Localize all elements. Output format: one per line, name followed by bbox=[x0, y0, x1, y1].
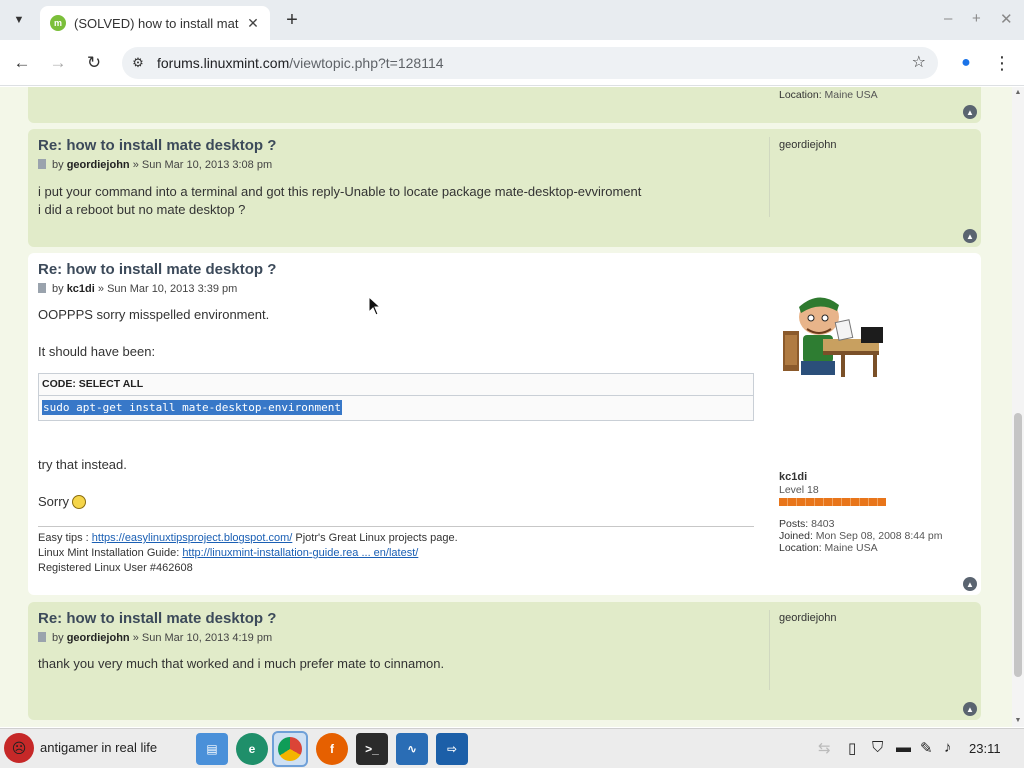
post-meta: by geordiejohn » Sun Mar 10, 2013 4:19 p… bbox=[38, 632, 272, 644]
post-meta: by geordiejohn » Sun Mar 10, 2013 3:08 p… bbox=[38, 159, 272, 171]
post-text-line: thank you very much that worked and i mu… bbox=[38, 656, 445, 671]
post-icon[interactable] bbox=[38, 283, 46, 293]
profile-username[interactable]: geordiejohn bbox=[779, 139, 837, 151]
pen-icon[interactable]: ✎ bbox=[920, 739, 933, 757]
signature-line: Easy tips : https://easylinuxtipsproject… bbox=[38, 532, 458, 544]
firefox-icon[interactable]: f bbox=[316, 733, 348, 765]
terminal-icon[interactable]: >_ bbox=[356, 733, 388, 765]
post-text-line: Sorry bbox=[38, 494, 87, 509]
drive-icon[interactable]: ▬ bbox=[896, 739, 911, 756]
back-icon[interactable]: ← bbox=[10, 51, 34, 75]
url-text[interactable]: forums.linuxmint.com/viewtopic.php?t=128… bbox=[157, 55, 444, 71]
post-text-line: It should have been: bbox=[38, 344, 156, 359]
back-to-top-icon[interactable]: ▲ bbox=[963, 105, 977, 119]
close-window-icon[interactable]: ✕ bbox=[1000, 10, 1013, 28]
tab-strip: ▼ m (SOLVED) how to install mat ✕ + – + … bbox=[0, 0, 1024, 40]
post-kc1di: Re: how to install mate desktop ? by kc1… bbox=[28, 253, 981, 595]
code-box: CODE: SELECT ALL sudo apt-get install ma… bbox=[38, 373, 754, 421]
post-geordiejohn-2: Re: how to install mate desktop ? by geo… bbox=[28, 602, 981, 720]
post-text-line: OOPPPS sorry misspelled environment. bbox=[38, 307, 270, 322]
post-meta: by kc1di » Sun Mar 10, 2013 3:39 pm bbox=[38, 283, 237, 295]
profile-icon[interactable]: ● bbox=[954, 51, 978, 75]
user-avatar[interactable] bbox=[779, 291, 887, 383]
post-text-line: i put your command into a terminal and g… bbox=[38, 184, 642, 199]
profile-divider bbox=[769, 610, 770, 690]
tab-title: (SOLVED) how to install mat bbox=[74, 15, 239, 31]
signature-link[interactable]: http://linuxmint-installation-guide.rea … bbox=[182, 547, 418, 559]
site-settings-icon[interactable]: ⚙ bbox=[128, 53, 148, 73]
shield-icon[interactable]: ⛉ bbox=[872, 739, 883, 756]
post-geordiejohn-1: Re: how to install mate desktop ? by geo… bbox=[28, 129, 981, 247]
profile-posts: Posts: 8403 bbox=[779, 518, 835, 530]
files-icon[interactable]: ▤ bbox=[196, 733, 228, 765]
page-viewport: Location: Maine USA ▲ Re: how to install… bbox=[0, 87, 1012, 727]
author-link[interactable]: geordiejohn bbox=[67, 632, 130, 644]
start-menu-icon[interactable]: ☹ bbox=[4, 733, 34, 763]
post-text-line: i did a reboot but no mate desktop ? bbox=[38, 202, 246, 217]
menu-kebab-icon[interactable]: ⋮ bbox=[992, 51, 1012, 75]
edge-dev-icon[interactable]: e bbox=[236, 733, 268, 765]
profile-joined: Joined: Mon Sep 08, 2008 8:44 pm bbox=[779, 530, 943, 542]
chrome-icon[interactable] bbox=[272, 731, 308, 767]
back-to-top-icon[interactable]: ▲ bbox=[963, 702, 977, 716]
new-tab-icon[interactable]: + bbox=[282, 9, 302, 31]
select-all-link[interactable]: CODE: SELECT ALL bbox=[42, 378, 143, 390]
scroll-thumb[interactable] bbox=[1014, 413, 1022, 677]
browser-toolbar: ← → ↻ ⚙ forums.linuxmint.com/viewtopic.p… bbox=[0, 40, 1024, 86]
profile-username[interactable]: geordiejohn bbox=[779, 612, 837, 624]
profile-username[interactable]: kc1di bbox=[779, 471, 807, 483]
author-link[interactable]: geordiejohn bbox=[67, 159, 130, 171]
tab-close-icon[interactable]: ✕ bbox=[244, 14, 262, 32]
post-title[interactable]: Re: how to install mate desktop ? bbox=[38, 261, 276, 278]
minimize-icon[interactable]: – bbox=[944, 10, 952, 27]
previous-post-fragment: Location: Maine USA ▲ bbox=[28, 87, 981, 123]
post-title[interactable]: Re: how to install mate desktop ? bbox=[38, 137, 276, 154]
code-header: CODE: SELECT ALL bbox=[39, 374, 753, 396]
address-bar[interactable]: ⚙ forums.linuxmint.com/viewtopic.php?t=1… bbox=[122, 47, 938, 79]
scroll-up-icon[interactable]: ▲ bbox=[1012, 87, 1024, 97]
back-to-top-icon[interactable]: ▲ bbox=[963, 577, 977, 591]
maximize-icon[interactable]: + bbox=[972, 10, 981, 27]
system-monitor-icon[interactable]: ∿ bbox=[396, 733, 428, 765]
posts-count-link[interactable]: 8403 bbox=[811, 518, 834, 530]
signature-line: Registered Linux User #462608 bbox=[38, 562, 193, 574]
wink-smiley-icon bbox=[72, 495, 87, 509]
taskbar: ☹ antigamer in real life ▤ e f >_ ∿ ⇨ ⇆ … bbox=[0, 728, 1024, 768]
author-link[interactable]: kc1di bbox=[67, 283, 95, 295]
signature-link[interactable]: https://easylinuxtipsproject.blogspot.co… bbox=[92, 532, 293, 544]
code-text[interactable]: sudo apt-get install mate-desktop-enviro… bbox=[42, 400, 343, 415]
volume-icon[interactable]: ♪ bbox=[944, 739, 952, 756]
clock[interactable]: 23:11 bbox=[969, 741, 1001, 756]
profile-divider bbox=[769, 137, 770, 217]
back-to-top-icon[interactable]: ▲ bbox=[963, 229, 977, 243]
browser-tab[interactable]: m (SOLVED) how to install mat ✕ bbox=[40, 6, 270, 40]
reload-icon[interactable]: ↻ bbox=[82, 51, 106, 75]
tab-search-chevron-icon[interactable]: ▼ bbox=[6, 8, 32, 32]
post-title[interactable]: Re: how to install mate desktop ? bbox=[38, 610, 276, 627]
rank-image bbox=[779, 498, 886, 506]
post-icon[interactable] bbox=[38, 632, 46, 642]
signature-divider bbox=[38, 526, 754, 527]
post-text-line: try that instead. bbox=[38, 457, 127, 472]
network-transfer-icon[interactable]: ⇆ bbox=[818, 739, 831, 757]
scroll-down-icon[interactable]: ▼ bbox=[1012, 715, 1024, 725]
profile-rank: Level 18 bbox=[779, 484, 819, 496]
location-line: Location: Maine USA bbox=[779, 89, 878, 101]
forward-icon[interactable]: → bbox=[46, 51, 70, 75]
post-icon[interactable] bbox=[38, 159, 46, 169]
linuxmint-favicon-icon: m bbox=[50, 15, 66, 31]
clipboard-icon[interactable]: ▯ bbox=[848, 739, 856, 757]
bookmark-star-icon[interactable]: ☆ bbox=[912, 52, 926, 72]
start-menu-label[interactable]: antigamer in real life bbox=[40, 740, 157, 755]
remote-desktop-icon[interactable]: ⇨ bbox=[436, 733, 468, 765]
mouse-cursor-icon bbox=[368, 296, 382, 316]
signature-line: Linux Mint Installation Guide: http://li… bbox=[38, 547, 419, 559]
profile-location: Location: Maine USA bbox=[779, 542, 878, 554]
page-scrollbar[interactable]: ▲ ▼ bbox=[1012, 87, 1024, 727]
